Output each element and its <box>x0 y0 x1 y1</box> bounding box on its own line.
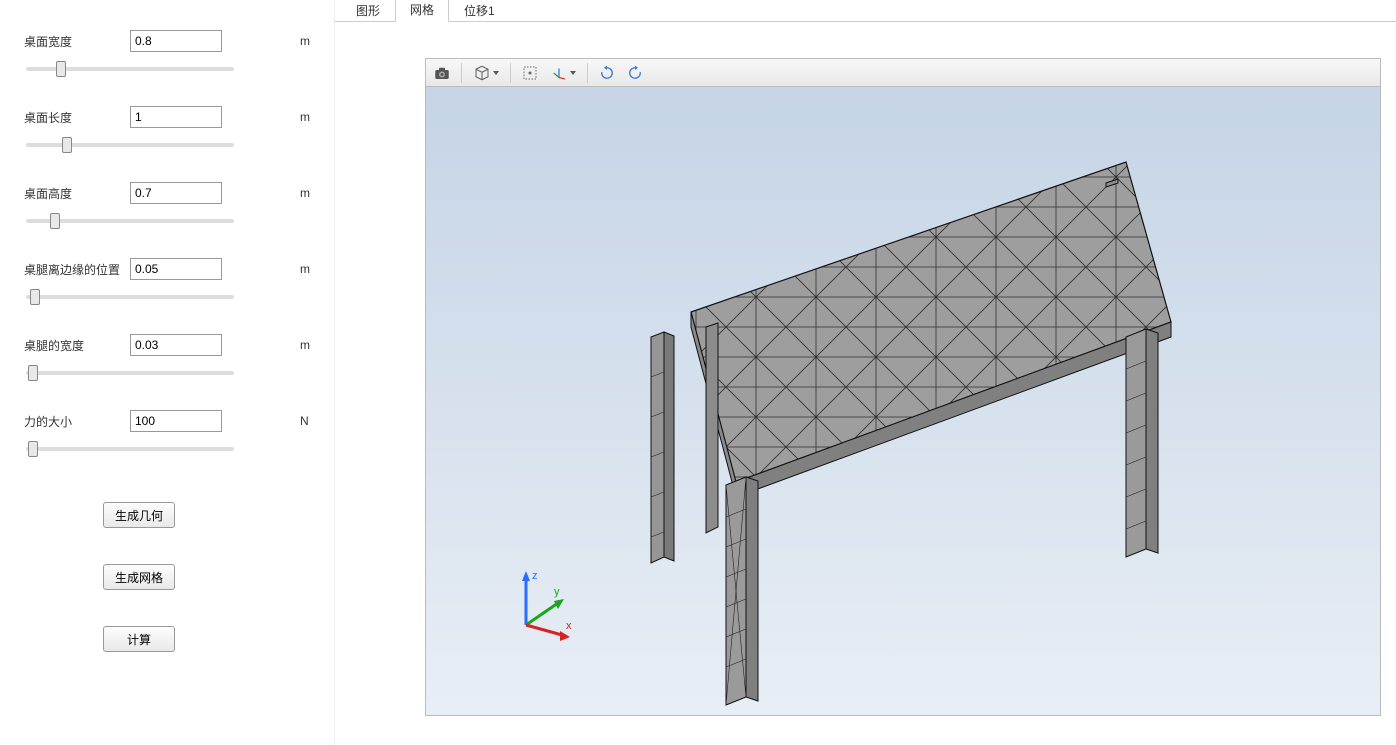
leg-offset-slider[interactable] <box>26 295 234 299</box>
compute-button[interactable]: 计算 <box>103 626 175 652</box>
param-row-leg-width: 桌腿的宽度 m <box>24 332 314 358</box>
tab-displacement1[interactable]: 位移1 <box>449 0 510 22</box>
graphics-toolbar <box>426 59 1380 87</box>
param-unit: m <box>300 262 314 276</box>
table-length-input[interactable] <box>130 106 222 128</box>
param-label: 桌腿离边缘的位置 <box>24 261 130 278</box>
param-unit: m <box>300 186 314 200</box>
table-width-input[interactable] <box>130 30 222 52</box>
generate-geometry-button[interactable]: 生成几何 <box>103 502 175 528</box>
param-unit: m <box>300 34 314 48</box>
parameter-sidebar: 桌面宽度 m 桌面长度 m 桌面高度 m 桌腿离边缘的位置 m 桌腿的宽度 m <box>0 0 335 745</box>
tab-bar: 图形 网格 位移1 <box>335 0 1396 22</box>
svg-text:y: y <box>554 586 560 598</box>
param-row-force: 力的大小 N <box>24 408 314 434</box>
leg-width-input[interactable] <box>130 334 222 356</box>
tab-mesh[interactable]: 网格 <box>395 0 449 22</box>
force-slider[interactable] <box>26 447 234 451</box>
param-label: 力的大小 <box>24 413 130 430</box>
axis-xyz-icon[interactable] <box>546 62 580 84</box>
param-label: 桌面宽度 <box>24 33 130 50</box>
svg-text:x: x <box>566 620 572 632</box>
rotate-ccw-icon[interactable] <box>623 62 647 84</box>
table-length-slider[interactable] <box>26 143 234 147</box>
camera-icon[interactable] <box>430 62 454 84</box>
force-input[interactable] <box>130 410 222 432</box>
cube-view-icon[interactable] <box>469 62 503 84</box>
leg-offset-input[interactable] <box>130 258 222 280</box>
generate-mesh-button[interactable]: 生成网格 <box>103 564 175 590</box>
mesh-canvas[interactable]: z y x <box>426 87 1380 715</box>
param-row-length: 桌面长度 m <box>24 104 314 130</box>
param-unit: m <box>300 338 314 352</box>
tab-graphics[interactable]: 图形 <box>341 0 395 22</box>
table-height-slider[interactable] <box>26 219 234 223</box>
table-height-input[interactable] <box>130 182 222 204</box>
param-label: 桌面长度 <box>24 109 130 126</box>
main-area: 图形 网格 位移1 <box>335 0 1396 745</box>
param-row-leg-offset: 桌腿离边缘的位置 m <box>24 256 314 282</box>
axis-triad: z y x <box>506 565 586 645</box>
svg-text:z: z <box>532 570 538 582</box>
select-icon[interactable] <box>518 62 542 84</box>
table-width-slider[interactable] <box>26 67 234 71</box>
param-row-width: 桌面宽度 m <box>24 28 314 54</box>
param-label: 桌腿的宽度 <box>24 337 130 354</box>
param-unit: m <box>300 110 314 124</box>
param-unit: N <box>300 414 314 428</box>
param-row-height: 桌面高度 m <box>24 180 314 206</box>
graphics-window: z y x <box>425 58 1381 716</box>
rotate-cw-icon[interactable] <box>595 62 619 84</box>
param-label: 桌面高度 <box>24 185 130 202</box>
leg-width-slider[interactable] <box>26 371 234 375</box>
